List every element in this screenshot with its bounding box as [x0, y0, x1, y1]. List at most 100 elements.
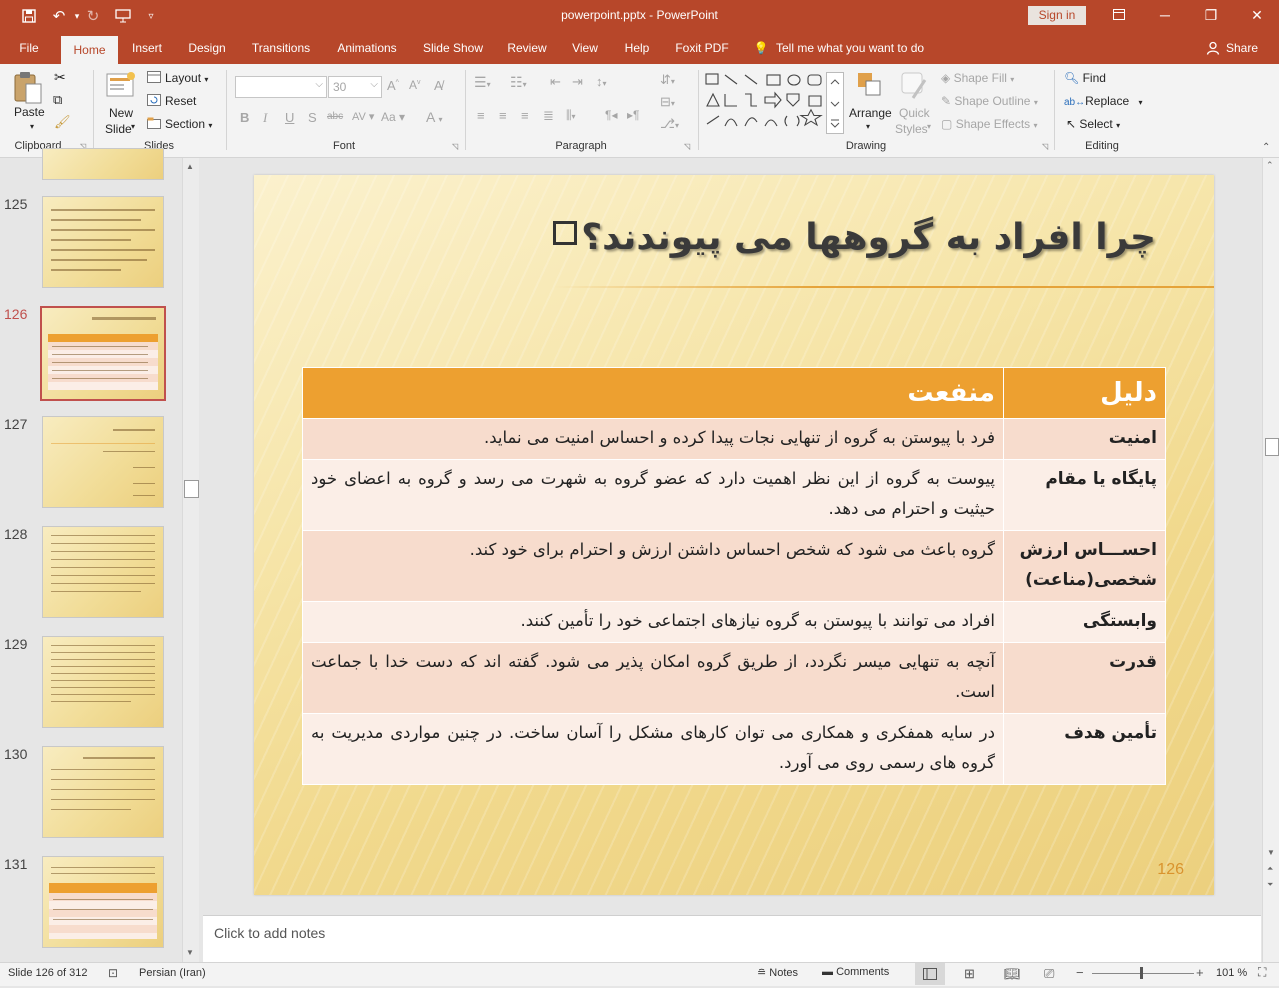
zoom-level[interactable]: 101 % — [1216, 967, 1247, 979]
quick-styles-icon[interactable] — [899, 70, 931, 105]
shapes-gallery[interactable] — [705, 72, 835, 135]
thumbnail-slide[interactable] — [42, 416, 164, 508]
slide-sorter-icon[interactable]: ⊞ — [964, 966, 975, 982]
text-shadow-icon[interactable]: S — [308, 110, 317, 125]
spell-check-icon[interactable]: ⊡ — [108, 966, 118, 980]
drawing-launcher-icon[interactable]: ◹ — [1042, 142, 1048, 151]
scroll-up-icon[interactable]: ▲ — [186, 162, 194, 171]
share-button[interactable]: Share — [1222, 32, 1262, 64]
next-slide-icon[interactable]: ⏷ — [1267, 880, 1273, 890]
minimize-icon[interactable]: ─ — [1150, 4, 1180, 26]
line-spacing-icon[interactable]: ↕▾ — [596, 74, 607, 89]
sign-in-button[interactable]: Sign in — [1028, 6, 1086, 25]
strikethrough-icon[interactable]: abc — [327, 111, 343, 122]
new-slide-label-2[interactable]: Slide — [105, 122, 132, 136]
layout-button[interactable]: Layout ▾ — [165, 71, 208, 85]
arrange-icon[interactable] — [855, 70, 885, 103]
numbering-icon[interactable]: ☷▾ — [510, 74, 527, 91]
language-indicator[interactable]: Persian (Iran) — [139, 967, 206, 979]
editor-scroll-thumb[interactable] — [1265, 438, 1279, 456]
new-slide-dropdown-icon[interactable]: ▾ — [131, 122, 135, 131]
section-button[interactable]: Section ▾ — [165, 117, 212, 131]
scroll-up-icon[interactable]: ⌃ — [1266, 160, 1274, 171]
bullets-icon[interactable]: ☰▾ — [474, 74, 491, 91]
collapse-ribbon-icon[interactable]: ⌃ — [1262, 142, 1270, 153]
tab-home[interactable]: Home — [61, 36, 118, 64]
zoom-in-icon[interactable]: + — [1196, 965, 1204, 980]
text-direction-icon[interactable]: ⇵▾ — [660, 72, 675, 88]
decrease-indent-icon[interactable]: ⇤ — [550, 74, 561, 90]
thumbnail-slide[interactable] — [42, 526, 164, 618]
shape-effects-button[interactable]: ▢ Shape Effects ▾ — [941, 117, 1038, 131]
previous-slide-icon[interactable]: ⏶ — [1267, 864, 1273, 874]
justify-icon[interactable]: ≣ — [543, 108, 554, 124]
bold-icon[interactable]: B — [240, 110, 249, 125]
clear-formatting-icon[interactable]: A̸ — [434, 78, 443, 93]
reset-button[interactable]: Reset — [165, 94, 196, 108]
slide-canvas[interactable]: چرا افراد به گروهها می پیوندند؟ دلیل منف… — [254, 175, 1214, 895]
increase-indent-icon[interactable]: ⇥ — [572, 74, 583, 90]
tab-view[interactable]: View — [563, 32, 607, 64]
zoom-out-icon[interactable]: − — [1076, 965, 1084, 980]
tell-me-search[interactable]: Tell me what you want to do — [776, 32, 940, 64]
find-button[interactable]: 🔍︎ Find — [1064, 71, 1106, 85]
paste-icon[interactable] — [12, 70, 46, 108]
quick-styles-label-2[interactable]: Styles — [895, 122, 928, 136]
tab-insert[interactable]: Insert — [124, 32, 170, 64]
tab-help[interactable]: Help — [617, 32, 657, 64]
close-icon[interactable]: ✕ — [1242, 4, 1272, 26]
font-name-combo[interactable]: ⌵ — [235, 76, 327, 98]
reading-view-icon[interactable]: 📖︎ — [1004, 966, 1021, 982]
character-spacing-icon[interactable]: AV ▾ — [352, 110, 374, 123]
scroll-down-icon[interactable]: ▼ — [186, 948, 194, 957]
convert-smartart-icon[interactable]: ⎇▾ — [660, 116, 679, 132]
replace-button[interactable]: ab↔Replace ▾ — [1064, 94, 1143, 108]
increase-font-size-icon[interactable]: A^ — [387, 78, 399, 93]
benefits-table[interactable]: دلیل منفعت امنیت فرد با پیوستن به گروه ا… — [302, 367, 1166, 785]
align-left-icon[interactable]: ≡ — [477, 108, 485, 123]
decrease-font-size-icon[interactable]: Av — [409, 78, 421, 92]
underline-icon[interactable]: U — [285, 110, 294, 125]
new-slide-label-1[interactable]: New — [109, 106, 133, 120]
shapes-gallery-scroll[interactable] — [826, 72, 844, 137]
thumbnail-partial[interactable] — [42, 148, 164, 180]
thumbnails-scrollbar[interactable]: ▲ ▼ — [182, 158, 199, 962]
copy-icon[interactable]: ⧉ — [53, 92, 62, 108]
notes-pane[interactable]: Click to add notes — [203, 915, 1261, 962]
rtl-icon[interactable]: ¶◂ — [605, 108, 617, 122]
ltr-icon[interactable]: ▸¶ — [627, 108, 639, 122]
tab-design[interactable]: Design — [181, 32, 233, 64]
new-slide-icon[interactable] — [105, 70, 137, 103]
restore-icon[interactable]: ❐ — [1196, 4, 1226, 26]
thumbnail-slide[interactable] — [42, 196, 164, 288]
font-color-icon[interactable]: A ▾ — [426, 109, 442, 125]
paste-dropdown-icon[interactable]: ▾ — [30, 122, 34, 131]
paste-button[interactable]: Paste — [14, 105, 45, 119]
align-text-icon[interactable]: ⊟▾ — [660, 94, 675, 110]
normal-view-button[interactable] — [915, 963, 945, 985]
thumbnails-scroll-thumb[interactable] — [184, 480, 199, 498]
tab-foxit-pdf[interactable]: Foxit PDF — [668, 32, 736, 64]
thumbnail-slide[interactable] — [42, 746, 164, 838]
comments-toggle[interactable]: ▬ Comments — [822, 966, 889, 978]
slide-title[interactable]: چرا افراد به گروهها می پیوندند؟ — [553, 217, 1156, 258]
thumbnail-slide[interactable] — [42, 856, 164, 948]
shape-outline-button[interactable]: ✎ Shape Outline ▾ — [941, 94, 1038, 108]
thumbnail-slide[interactable] — [42, 636, 164, 728]
tab-slide-show[interactable]: Slide Show — [416, 32, 490, 64]
tab-animations[interactable]: Animations — [329, 32, 405, 64]
format-painter-icon[interactable]: 🖌 — [54, 114, 71, 130]
editor-scrollbar[interactable]: ⌃ ▼ ⏶ ⏷ — [1262, 158, 1279, 962]
ribbon-display-options-icon[interactable] — [1104, 4, 1134, 26]
paragraph-launcher-icon[interactable]: ◹ — [684, 142, 690, 151]
italic-icon[interactable]: I — [263, 110, 267, 126]
thumbnail-slide-current[interactable] — [40, 306, 166, 401]
notes-toggle[interactable]: ≘ Notes — [757, 966, 798, 979]
shape-fill-button[interactable]: ◈ Shape Fill ▾ — [941, 71, 1014, 85]
tab-transitions[interactable]: Transitions — [245, 32, 317, 64]
align-center-icon[interactable]: ≡ — [499, 108, 507, 123]
quick-styles-label-1[interactable]: Quick — [899, 106, 930, 120]
tab-file[interactable]: File — [10, 32, 48, 64]
align-right-icon[interactable]: ≡ — [521, 108, 529, 123]
columns-icon[interactable]: ⫼▾ — [566, 108, 576, 123]
